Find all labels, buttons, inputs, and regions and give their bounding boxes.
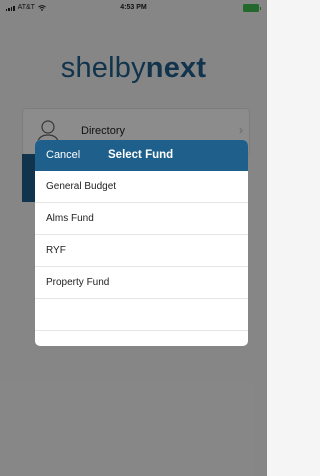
fund-item[interactable]: RYF: [35, 235, 248, 267]
modal-header: Cancel Select Fund: [35, 140, 248, 171]
modal-title: Select Fund: [108, 149, 174, 161]
fund-item[interactable]: General Budget: [35, 171, 248, 203]
cancel-button[interactable]: Cancel: [46, 149, 80, 161]
fund-item[interactable]: [35, 331, 248, 346]
fund-list: General Budget Alms Fund RYF Property Fu…: [35, 171, 248, 346]
fund-item[interactable]: [35, 299, 248, 331]
fund-item[interactable]: Property Fund: [35, 267, 248, 299]
fund-item[interactable]: Alms Fund: [35, 203, 248, 235]
select-fund-modal: Cancel Select Fund General Budget Alms F…: [35, 140, 248, 346]
